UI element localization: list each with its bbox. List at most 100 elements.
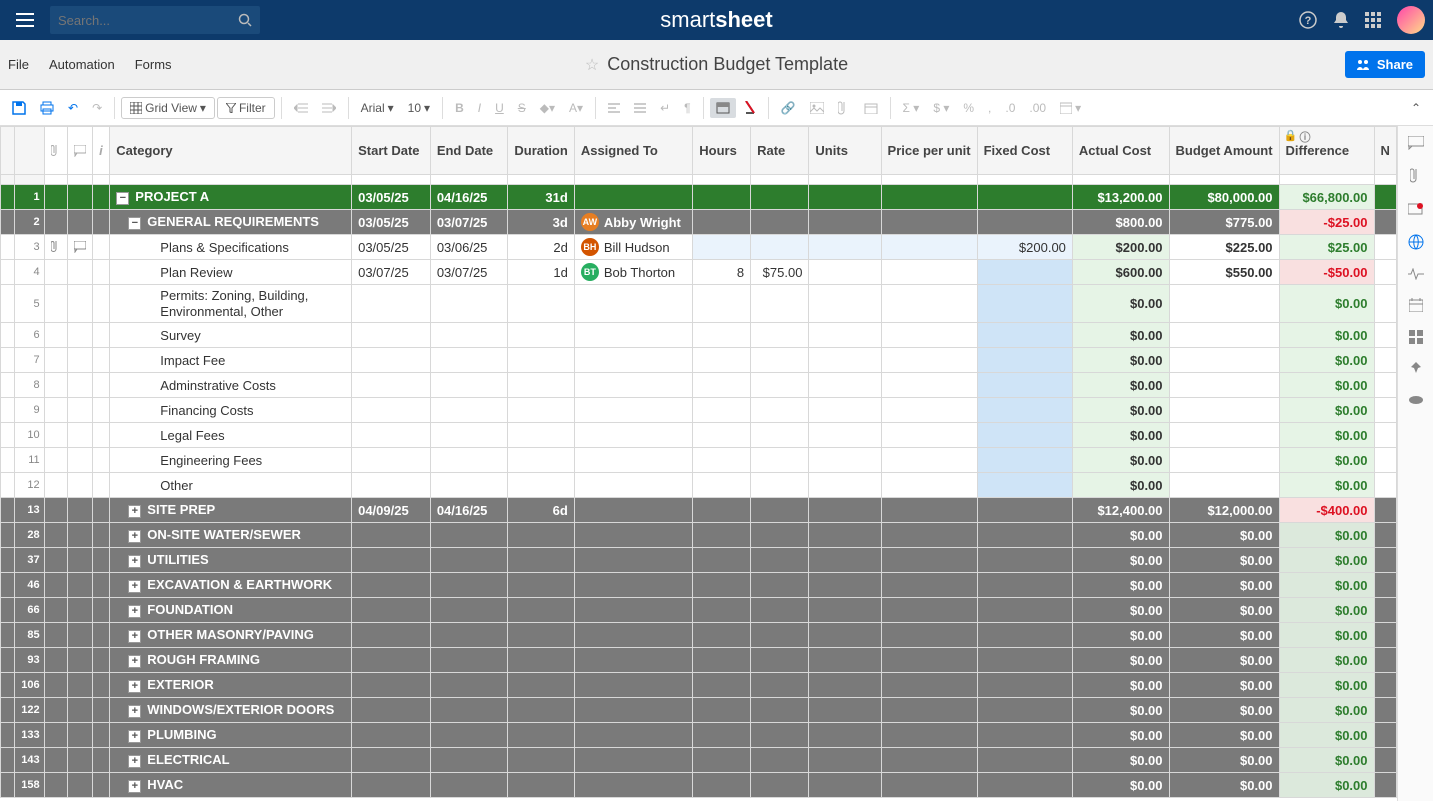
cell-end[interactable]: 03/06/25 bbox=[430, 235, 508, 260]
conditional-format-icon[interactable] bbox=[738, 97, 762, 119]
cell-duration[interactable] bbox=[508, 398, 574, 423]
row-number[interactable]: 133 bbox=[14, 723, 44, 748]
save-icon[interactable] bbox=[6, 97, 32, 119]
row-number[interactable]: 9 bbox=[14, 398, 44, 423]
cell-hours[interactable] bbox=[693, 748, 751, 773]
cell-actual[interactable]: $0.00 bbox=[1072, 598, 1169, 623]
cell-units[interactable] bbox=[809, 573, 881, 598]
cell-budget[interactable] bbox=[1169, 473, 1279, 498]
cell-hours[interactable] bbox=[693, 698, 751, 723]
table-row[interactable]: 122 +WINDOWS/EXTERIOR DOORS $0.00 $0.00 … bbox=[1, 698, 1397, 723]
cell-budget[interactable] bbox=[1169, 448, 1279, 473]
cell-duration[interactable] bbox=[508, 598, 574, 623]
cell-end[interactable] bbox=[430, 423, 508, 448]
expand-icon[interactable]: + bbox=[128, 505, 141, 518]
cell-assigned[interactable] bbox=[574, 748, 692, 773]
strike-icon[interactable]: S bbox=[512, 97, 532, 119]
cell-start[interactable] bbox=[352, 398, 431, 423]
percent-icon[interactable]: % bbox=[957, 97, 980, 119]
cell-start[interactable]: 04/09/25 bbox=[352, 498, 431, 523]
cell-hours[interactable] bbox=[693, 498, 751, 523]
text-color-icon[interactable]: A▾ bbox=[563, 97, 589, 119]
cell-category[interactable]: Engineering Fees bbox=[110, 448, 352, 473]
fill-color-icon[interactable]: ◆▾ bbox=[534, 97, 561, 119]
cell-units[interactable] bbox=[809, 673, 881, 698]
cell-duration[interactable]: 1d bbox=[508, 260, 574, 285]
underline-icon[interactable]: U bbox=[489, 97, 510, 119]
row-comment[interactable] bbox=[67, 598, 92, 623]
row-number[interactable]: 1 bbox=[14, 185, 44, 210]
table-row[interactable]: 158 +HVAC $0.00 $0.00 $0.00 bbox=[1, 773, 1397, 798]
header-rate[interactable]: Rate bbox=[751, 127, 809, 175]
cell-budget[interactable]: $0.00 bbox=[1169, 673, 1279, 698]
cell-end[interactable] bbox=[430, 548, 508, 573]
expand-icon[interactable]: + bbox=[128, 655, 141, 668]
cell-price[interactable] bbox=[881, 748, 977, 773]
cell-rate[interactable] bbox=[751, 448, 809, 473]
cell-assigned[interactable] bbox=[574, 623, 692, 648]
cell-hours[interactable] bbox=[693, 648, 751, 673]
cell-budget[interactable]: $80,000.00 bbox=[1169, 185, 1279, 210]
cell-price[interactable] bbox=[881, 260, 977, 285]
row-comment[interactable] bbox=[67, 548, 92, 573]
resource-icon[interactable] bbox=[1408, 394, 1424, 406]
table-row[interactable]: 10 Legal Fees $0.00 $0.00 bbox=[1, 423, 1397, 448]
expand-icon[interactable]: + bbox=[128, 580, 141, 593]
cell-units[interactable] bbox=[809, 773, 881, 798]
header-fixed[interactable]: Fixed Cost bbox=[977, 127, 1072, 175]
cell-units[interactable] bbox=[809, 623, 881, 648]
cell-budget[interactable]: $0.00 bbox=[1169, 698, 1279, 723]
cell-assigned[interactable] bbox=[574, 348, 692, 373]
row-attach[interactable] bbox=[44, 448, 67, 473]
row-attach[interactable] bbox=[44, 748, 67, 773]
cell-category[interactable]: +SITE PREP bbox=[110, 498, 352, 523]
table-row[interactable]: 11 Engineering Fees $0.00 $0.00 bbox=[1, 448, 1397, 473]
row-comment[interactable] bbox=[67, 473, 92, 498]
cell-units[interactable] bbox=[809, 235, 881, 260]
row-comment[interactable] bbox=[67, 698, 92, 723]
header-duration[interactable]: Duration bbox=[508, 127, 574, 175]
cell-budget[interactable]: $0.00 bbox=[1169, 523, 1279, 548]
cell-budget[interactable]: $0.00 bbox=[1169, 623, 1279, 648]
cell-start[interactable] bbox=[352, 323, 431, 348]
cell-start[interactable] bbox=[352, 423, 431, 448]
cell-hours[interactable] bbox=[693, 285, 751, 323]
cell-duration[interactable] bbox=[508, 373, 574, 398]
search-icon[interactable] bbox=[238, 13, 252, 27]
menu-forms[interactable]: Forms bbox=[135, 57, 172, 72]
cell-category[interactable]: Plans & Specifications bbox=[110, 235, 352, 260]
cell-diff[interactable]: $0.00 bbox=[1279, 573, 1374, 598]
table-row[interactable]: 3 Plans & Specifications 03/05/25 03/06/… bbox=[1, 235, 1397, 260]
row-attach[interactable] bbox=[44, 210, 67, 235]
row-comment[interactable] bbox=[67, 523, 92, 548]
pin-icon[interactable] bbox=[1409, 362, 1423, 376]
cell-hours[interactable] bbox=[693, 235, 751, 260]
cell-duration[interactable] bbox=[508, 323, 574, 348]
table-row[interactable]: 85 +OTHER MASONRY/PAVING $0.00 $0.00 $0.… bbox=[1, 623, 1397, 648]
cell-diff[interactable]: $25.00 bbox=[1279, 235, 1374, 260]
apps-icon[interactable] bbox=[1365, 12, 1381, 28]
cell-units[interactable] bbox=[809, 348, 881, 373]
cell-category[interactable]: +UTILITIES bbox=[110, 548, 352, 573]
grid-view-button[interactable]: Grid View ▾ bbox=[121, 97, 215, 119]
cell-rate[interactable] bbox=[751, 623, 809, 648]
row-comment[interactable] bbox=[67, 623, 92, 648]
cell-price[interactable] bbox=[881, 423, 977, 448]
cell-diff[interactable]: $0.00 bbox=[1279, 648, 1374, 673]
cell-units[interactable] bbox=[809, 398, 881, 423]
cell-fixed[interactable] bbox=[977, 348, 1072, 373]
cell-rate[interactable] bbox=[751, 185, 809, 210]
doc-title[interactable]: Construction Budget Template bbox=[607, 54, 848, 75]
table-row[interactable]: 46 +EXCAVATION & EARTHWORK $0.00 $0.00 $… bbox=[1, 573, 1397, 598]
cell-duration[interactable] bbox=[508, 573, 574, 598]
cell-price[interactable] bbox=[881, 398, 977, 423]
cell-diff[interactable]: -$400.00 bbox=[1279, 498, 1374, 523]
header-hours[interactable]: Hours bbox=[693, 127, 751, 175]
cell-rate[interactable] bbox=[751, 573, 809, 598]
cell-budget[interactable]: $0.00 bbox=[1169, 573, 1279, 598]
cell-fixed[interactable] bbox=[977, 323, 1072, 348]
cell-diff[interactable]: $0.00 bbox=[1279, 748, 1374, 773]
cell-diff[interactable]: $0.00 bbox=[1279, 423, 1374, 448]
row-number[interactable]: 37 bbox=[14, 548, 44, 573]
header-start[interactable]: Start Date bbox=[352, 127, 431, 175]
